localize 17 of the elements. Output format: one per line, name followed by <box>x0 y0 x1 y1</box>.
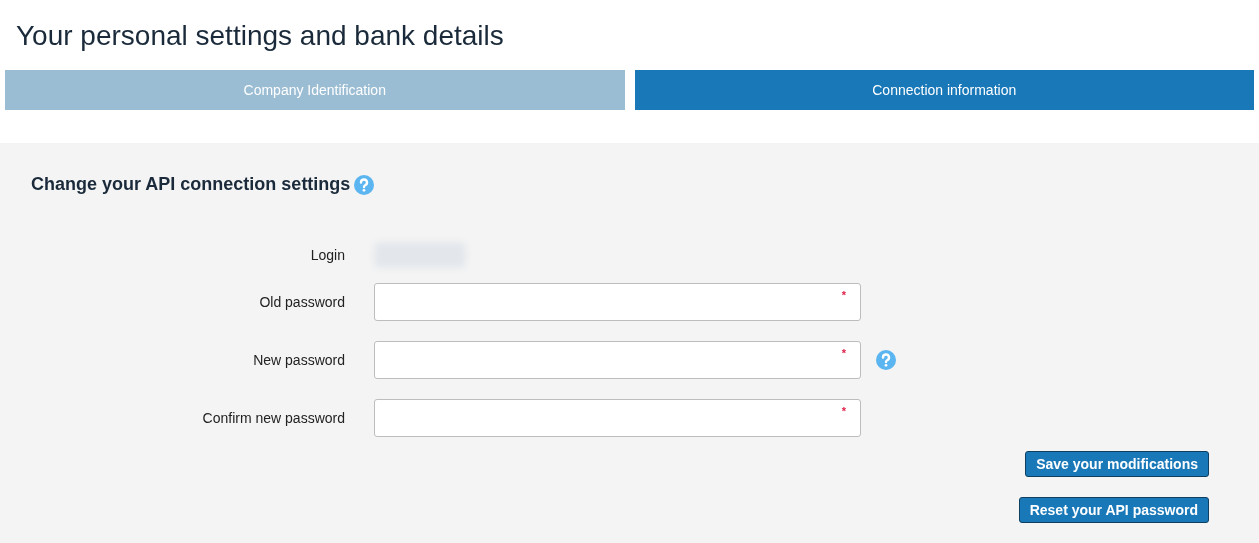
action-button[interactable]: Save your modifications <box>1025 451 1209 477</box>
tab[interactable]: Connection information <box>634 70 1254 110</box>
required-mark: * <box>841 346 846 361</box>
password-field[interactable]: * <box>374 341 861 379</box>
help-icon[interactable] <box>354 174 375 195</box>
required-mark: * <box>841 404 846 419</box>
page-title: Your personal settings and bank details <box>15 19 504 53</box>
field-label: Old password <box>258 292 345 312</box>
action-button[interactable]: Reset your API password <box>1018 497 1209 523</box>
field-label: Login <box>309 245 345 265</box>
required-mark: * <box>841 288 846 303</box>
help-icon[interactable] <box>876 350 896 370</box>
field-label: Confirm new password <box>201 408 345 428</box>
field-label: New password <box>252 350 345 370</box>
password-field[interactable]: * <box>374 399 861 437</box>
section-title: Change your API connection settings <box>31 173 351 196</box>
password-field[interactable]: * <box>374 283 861 321</box>
